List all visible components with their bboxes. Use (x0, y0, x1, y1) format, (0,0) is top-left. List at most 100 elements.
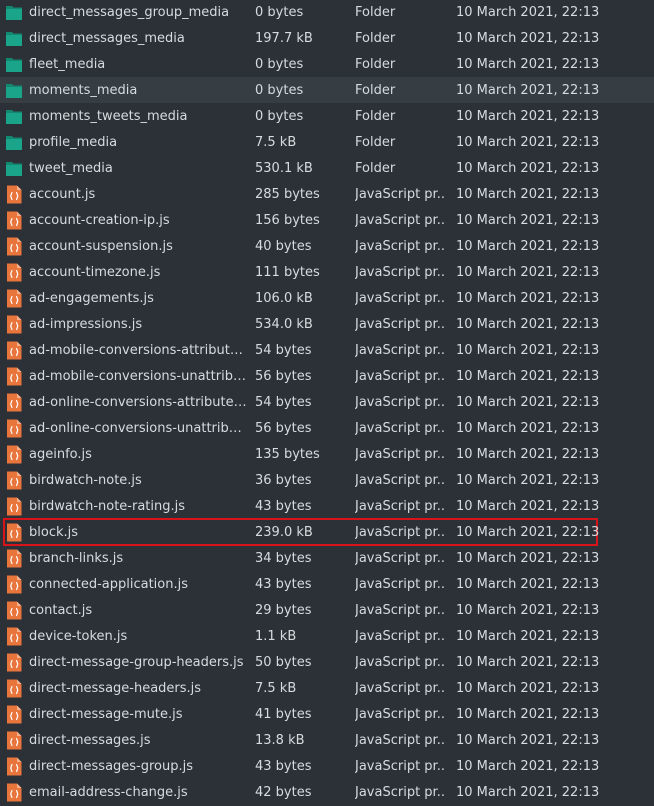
file-name: device-token.js (29, 628, 128, 644)
folder-icon (6, 110, 22, 124)
file-row[interactable]: account-timezone.js 111 bytes JavaScript p… (0, 259, 654, 285)
file-row[interactable]: moments_media 0 bytes Folder 10 March 2021,… (0, 77, 654, 103)
file-row[interactable]: direct_messages_group_media 0 bytes Folder… (0, 0, 654, 25)
file-size: 50 bytes (255, 654, 312, 670)
file-row[interactable]: direct_messages_media 197.7 kB Folder 10 Ma… (0, 25, 654, 51)
file-size: 197.7 kB (255, 30, 313, 46)
javascript-file-icon (7, 367, 22, 386)
file-type: JavaScript pr... (355, 758, 445, 774)
file-type: JavaScript pr... (355, 602, 445, 618)
file-row[interactable]: branch-links.js 34 bytes JavaScript pr... 1… (0, 545, 654, 571)
file-size: 34 bytes (255, 550, 312, 566)
file-row[interactable]: birdwatch-note.js 36 bytes JavaScript pr..… (0, 467, 654, 493)
javascript-file-icon (7, 315, 22, 334)
file-row[interactable]: direct-message-headers.js 7.5 kB JavaScrip… (0, 675, 654, 701)
file-size: 111 bytes (255, 264, 320, 280)
file-modified-date: 10 March 2021, 22:13 (456, 368, 600, 384)
file-name: ad-online-conversions-attributed.js (29, 394, 247, 410)
file-size: 40 bytes (255, 238, 312, 254)
file-size: 43 bytes (255, 758, 312, 774)
folder-icon (6, 162, 22, 176)
file-row[interactable]: ageinfo.js 135 bytes JavaScript pr... 10 Ma… (0, 441, 654, 467)
file-type: JavaScript pr... (355, 576, 445, 592)
file-name: ageinfo.js (29, 446, 92, 462)
file-row[interactable]: contact.js 29 bytes JavaScript pr... 10 Mar… (0, 597, 654, 623)
file-row[interactable]: account.js 285 bytes JavaScript pr... 10 Ma… (0, 181, 654, 207)
file-size: 239.0 kB (255, 524, 313, 540)
file-row[interactable]: ad-engagements.js 106.0 kB JavaScript pr..… (0, 285, 654, 311)
file-row[interactable]: ad-online-conversions-unattribut... 56 by… (0, 415, 654, 441)
file-type: JavaScript pr... (355, 264, 445, 280)
javascript-file-icon (7, 705, 22, 724)
file-row[interactable]: block.js 239.0 kB JavaScript pr... 10 March… (3, 518, 599, 546)
file-row[interactable]: ad-impressions.js 534.0 kB JavaScript pr..… (0, 311, 654, 337)
folder-icon (6, 6, 22, 20)
file-size: 106.0 kB (255, 290, 313, 306)
file-name: contact.js (29, 602, 93, 618)
javascript-file-icon (7, 471, 22, 490)
file-name: account-creation-ip.js (29, 212, 170, 228)
file-row[interactable]: account-suspension.js 40 bytes JavaScript … (0, 233, 654, 259)
file-modified-date: 10 March 2021, 22:13 (456, 30, 600, 46)
file-size: 56 bytes (255, 368, 312, 384)
file-row[interactable]: fleet_media 0 bytes Folder 10 March 2021, 2… (0, 51, 654, 77)
file-modified-date: 10 March 2021, 22:13 (456, 472, 600, 488)
file-size: 29 bytes (255, 602, 312, 618)
file-modified-date: 10 March 2021, 22:13 (456, 420, 600, 436)
file-row[interactable]: direct-message-mute.js 41 bytes JavaScript… (0, 701, 654, 727)
file-name: email-address-change.js (29, 784, 188, 800)
javascript-file-icon (7, 497, 22, 516)
javascript-file-icon (7, 211, 22, 230)
file-name: connected-application.js (29, 576, 188, 592)
file-row[interactable]: tweet_media 530.1 kB Folder 10 March 2021, … (0, 155, 654, 181)
file-modified-date: 10 March 2021, 22:13 (456, 602, 600, 618)
file-size: 36 bytes (255, 472, 312, 488)
file-row[interactable]: email-address-change.js 42 bytes JavaScrip… (0, 779, 654, 805)
file-row[interactable]: direct-message-group-headers.js 50 bytes J… (0, 649, 654, 675)
file-type: JavaScript pr... (355, 784, 445, 800)
file-row[interactable]: connected-application.js 43 bytes JavaScri… (0, 571, 654, 597)
file-row[interactable]: ad-mobile-conversions-unattribut... 56 by… (0, 363, 654, 389)
file-name: direct_messages_media (29, 30, 185, 46)
file-row[interactable]: account-creation-ip.js 156 bytes JavaScrip… (0, 207, 654, 233)
file-name: direct_messages_group_media (29, 4, 230, 20)
file-row[interactable]: profile_media 7.5 kB Folder 10 March 2021, … (0, 129, 654, 155)
file-name: birdwatch-note-rating.js (29, 498, 186, 514)
file-modified-date: 10 March 2021, 22:13 (456, 784, 600, 800)
file-type: JavaScript pr... (355, 238, 445, 254)
file-row[interactable]: device-token.js 1.1 kB JavaScript pr... 10 … (0, 623, 654, 649)
file-row[interactable]: direct-messages-group.js 43 bytes JavaScri… (0, 753, 654, 779)
file-modified-date: 10 March 2021, 22:13 (456, 498, 600, 514)
file-row[interactable]: moments_tweets_media 0 bytes Folder 10 Marc… (0, 103, 654, 129)
file-modified-date: 10 March 2021, 22:13 (456, 394, 600, 410)
file-row[interactable]: direct-messages.js 13.8 kB JavaScript pr..… (0, 727, 654, 753)
javascript-file-icon (7, 419, 22, 438)
file-type: JavaScript pr... (355, 524, 445, 540)
file-modified-date: 10 March 2021, 22:13 (456, 706, 600, 722)
file-modified-date: 10 March 2021, 22:13 (456, 524, 600, 540)
file-row[interactable]: ad-online-conversions-attributed.js 54 by… (0, 389, 654, 415)
javascript-file-icon (7, 523, 22, 542)
file-row[interactable]: ad-mobile-conversions-attributed... 54 by… (0, 337, 654, 363)
file-modified-date: 10 March 2021, 22:13 (456, 108, 600, 124)
file-size: 42 bytes (255, 784, 312, 800)
javascript-file-icon (7, 627, 22, 646)
file-type: Folder (355, 134, 396, 150)
file-type: Folder (355, 4, 396, 20)
file-modified-date: 10 March 2021, 22:13 (456, 264, 600, 280)
file-type: Folder (355, 160, 396, 176)
file-size: 530.1 kB (255, 160, 313, 176)
file-name: direct-messages-group.js (29, 758, 194, 774)
file-modified-date: 10 March 2021, 22:13 (456, 628, 600, 644)
file-type: JavaScript pr... (355, 446, 445, 462)
file-modified-date: 10 March 2021, 22:13 (456, 342, 600, 358)
file-name: direct-message-headers.js (29, 680, 202, 696)
file-type: JavaScript pr... (355, 550, 445, 566)
file-modified-date: 10 March 2021, 22:13 (456, 680, 600, 696)
folder-icon (6, 58, 22, 72)
file-modified-date: 10 March 2021, 22:13 (456, 290, 600, 306)
javascript-file-icon (7, 289, 22, 308)
file-type: JavaScript pr... (355, 316, 445, 332)
javascript-file-icon (7, 575, 22, 594)
file-row[interactable]: birdwatch-note-rating.js 43 bytes JavaScri… (0, 493, 654, 519)
